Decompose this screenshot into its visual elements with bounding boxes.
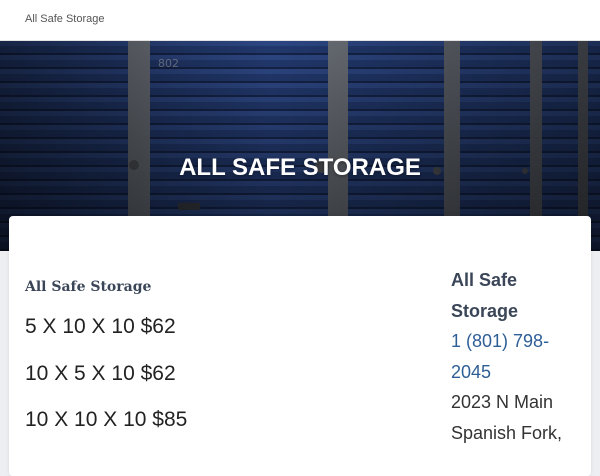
section-title: All Safe Storage (25, 279, 152, 295)
address-line: Spanish Fork, (451, 422, 563, 443)
content-card: All Safe Storage 5 X 10 X 10 $62 10 X 5 … (9, 216, 591, 476)
address-line: 2023 N Main (451, 392, 554, 412)
unit-price-item: 10 X 10 X 10 $85 (25, 408, 188, 431)
unit-price-item: 5 X 10 X 10 $62 (25, 315, 176, 338)
phone-link[interactable]: 1 (801) 798-2045 (451, 326, 581, 387)
unit-price-item: 10 X 5 X 10 $62 (25, 362, 176, 385)
hero-title: ALL SAFE STORAGE (179, 154, 421, 181)
top-navbar: All Safe Storage (0, 0, 600, 41)
business-name: All Safe Storage (451, 270, 519, 321)
contact-sidebar: All Safe Storage 1 (801) 798-2045 2023 N… (451, 265, 581, 448)
site-name-link[interactable]: All Safe Storage (25, 13, 105, 25)
